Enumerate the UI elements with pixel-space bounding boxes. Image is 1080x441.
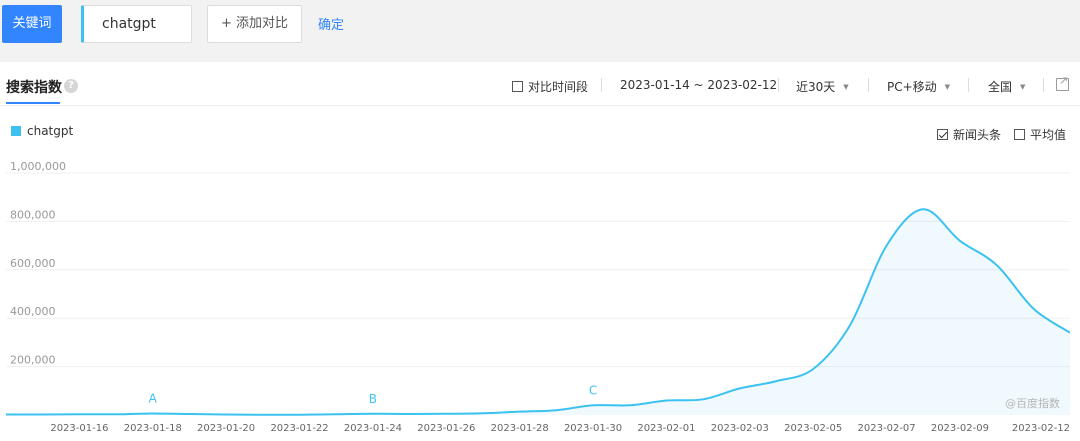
date-range-picker[interactable]: 2023-01-14 ~ 2023-02-12 — [620, 78, 777, 92]
page-title: 搜索指数 — [6, 80, 62, 96]
top-bar: 关键词 chatgpt + 添加对比 确定 — [0, 0, 1080, 62]
add-compare-button[interactable]: + 添加对比 — [207, 5, 302, 43]
average-toggle[interactable]: 平均值 — [1014, 126, 1066, 143]
divider — [968, 78, 969, 92]
average-label: 平均值 — [1030, 128, 1067, 142]
compare-period-checkbox[interactable] — [512, 81, 523, 92]
annotation-marker[interactable]: B — [369, 392, 377, 406]
chevron-down-icon: ▼ — [1020, 83, 1026, 91]
data-point[interactable] — [4, 413, 8, 417]
news-headlines-label: 新闻头条 — [953, 128, 1002, 142]
data-point[interactable] — [811, 367, 815, 371]
divider — [868, 78, 869, 92]
divider — [1043, 78, 1044, 92]
data-point[interactable] — [444, 412, 448, 416]
compare-period-toggle[interactable]: 对比时间段 — [512, 78, 588, 95]
range-select-label: 近30天 — [796, 80, 836, 94]
data-point[interactable] — [408, 412, 412, 416]
x-tick-label: 2023-01-16 — [50, 423, 108, 434]
data-point[interactable] — [298, 413, 302, 417]
confirm-button[interactable]: 确定 — [318, 14, 344, 33]
y-tick-label: 400,000 — [10, 305, 56, 318]
data-point[interactable] — [151, 412, 155, 416]
chevron-down-icon: ▼ — [944, 83, 951, 91]
range-select[interactable]: 近30天 ▼ — [796, 78, 849, 95]
data-point[interactable] — [701, 397, 705, 401]
legend-label: chatgpt — [27, 124, 74, 138]
data-point[interactable] — [848, 324, 852, 328]
average-checkbox[interactable] — [1014, 129, 1025, 140]
data-point[interactable] — [921, 207, 925, 211]
y-tick-label: 600,000 — [10, 257, 56, 270]
annotation-marker[interactable]: C — [589, 383, 597, 397]
external-link-icon[interactable] — [1056, 74, 1069, 91]
data-point[interactable] — [224, 413, 228, 417]
data-point[interactable] — [775, 379, 779, 383]
help-icon[interactable]: ? — [64, 79, 78, 93]
data-point[interactable] — [885, 244, 889, 248]
data-point[interactable] — [334, 412, 338, 416]
data-point[interactable] — [628, 403, 632, 407]
data-point[interactable] — [958, 239, 962, 243]
x-tick-label: 2023-02-01 — [637, 423, 695, 434]
compare-period-label: 对比时间段 — [528, 80, 589, 94]
data-point[interactable] — [591, 403, 595, 407]
search-index-chart: 1,000,000 800,000 600,000 400,000 200,000 A B C… — [4, 160, 1072, 434]
data-point[interactable] — [1068, 331, 1072, 335]
data-point[interactable] — [518, 410, 522, 414]
data-point[interactable] — [371, 412, 375, 416]
x-tick-label: 2023-02-09 — [931, 423, 989, 434]
divider — [778, 78, 779, 92]
data-point[interactable] — [664, 399, 668, 403]
data-point[interactable] — [738, 386, 742, 390]
x-tick-label: 2023-02-03 — [711, 423, 769, 434]
data-point[interactable] — [187, 412, 191, 416]
data-point[interactable] — [77, 412, 81, 416]
x-tick-label: 2023-01-30 — [564, 423, 622, 434]
x-tick-label: 2023-01-28 — [491, 423, 549, 434]
watermark: @百度指数 — [1005, 397, 1060, 410]
y-tick-label: 200,000 — [10, 354, 56, 367]
legend[interactable]: chatgpt — [11, 124, 73, 138]
keyword-input[interactable]: chatgpt — [81, 5, 192, 43]
keyword-tab[interactable]: 关键词 — [2, 5, 62, 43]
divider — [601, 78, 602, 92]
x-tick-label: 2023-02-05 — [784, 423, 842, 434]
data-point[interactable] — [261, 413, 265, 417]
x-tick-label: 2023-01-26 — [417, 423, 475, 434]
data-point[interactable] — [995, 263, 999, 267]
y-tick-label: 800,000 — [10, 208, 56, 221]
title-underline — [6, 102, 60, 104]
region-select-label: 全国 — [988, 80, 1013, 94]
x-tick-label: 2023-01-24 — [344, 423, 402, 434]
data-point[interactable] — [114, 412, 118, 416]
chevron-down-icon: ▼ — [843, 83, 849, 91]
x-tick-label: 2023-01-18 — [124, 423, 182, 434]
device-select[interactable]: PC+移动 ▼ — [887, 78, 950, 95]
data-point[interactable] — [1031, 307, 1035, 311]
x-tick-label: 2023-01-20 — [197, 423, 255, 434]
legend-swatch — [11, 126, 21, 136]
region-select[interactable]: 全国 ▼ — [988, 78, 1025, 95]
news-headlines-toggle[interactable]: 新闻头条 — [937, 126, 1001, 143]
device-select-label: PC+移动 — [887, 80, 937, 94]
data-point[interactable] — [41, 413, 45, 417]
data-point[interactable] — [481, 411, 485, 415]
data-point[interactable] — [554, 408, 558, 412]
y-tick-label: 1,000,000 — [10, 160, 66, 173]
x-tick-label: 2023-02-07 — [858, 423, 916, 434]
annotation-marker[interactable]: A — [149, 392, 158, 406]
series-area — [6, 209, 1070, 415]
chart-header: 搜索指数 ? 对比时间段 2023-01-14 ~ 2023-02-12 近30… — [0, 62, 1080, 106]
news-headlines-checkbox[interactable] — [937, 129, 948, 140]
x-tick-label: 2023-02-12 — [1012, 423, 1070, 434]
x-tick-label: 2023-01-22 — [270, 423, 328, 434]
